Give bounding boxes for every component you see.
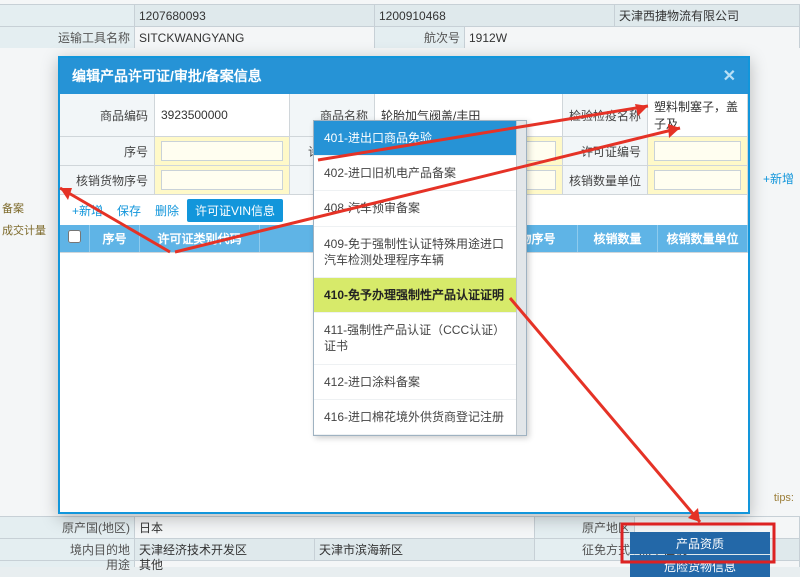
product-qualification-button[interactable]: 产品资质 <box>630 532 770 554</box>
bg-add-new[interactable]: +新增 <box>763 170 794 187</box>
hs-code-value: 3923500000 <box>155 94 290 137</box>
select-all-checkbox[interactable] <box>68 230 81 243</box>
seq-input[interactable] <box>161 141 283 161</box>
left-edge-label: 备案 <box>2 200 56 216</box>
lic-no-field[interactable] <box>648 137 748 166</box>
vin-info-button[interactable]: 许可证VIN信息 <box>187 199 283 222</box>
bg-row: 运输工具名称 SITCKWANGYANG 航次号 1912W <box>0 26 800 48</box>
bg-val: SITCKWANGYANG <box>135 27 375 48</box>
col-seq: 序号 <box>90 225 140 252</box>
bg-row: 1207680093 1200910468 天津西捷物流有限公司 <box>0 4 800 26</box>
bg-label: 原产国(地区) <box>0 517 135 538</box>
verify-unit-field[interactable] <box>648 166 748 195</box>
bg-val: 1200910468 <box>375 5 615 26</box>
bg-val: 1912W <box>465 27 800 48</box>
seq-label: 序号 <box>60 137 155 166</box>
add-button[interactable]: +新增 <box>66 200 109 221</box>
bg-val: 天津市滨海新区 <box>315 539 535 560</box>
modal-titlebar: 编辑产品许可证/审批/备案信息 ✕ <box>60 58 748 94</box>
bg-label: 航次号 <box>375 27 465 48</box>
dropdown-item[interactable]: 408-汽车预审备案 <box>314 191 526 226</box>
header-checkbox[interactable] <box>60 225 90 252</box>
dropdown-item[interactable]: 402-进口旧机电产品备案 <box>314 156 526 191</box>
bg-label <box>0 5 135 26</box>
modal-title-text: 编辑产品许可证/审批/备案信息 <box>72 66 262 86</box>
verify-seq-input[interactable] <box>161 170 283 190</box>
bg-label: 原产地区 <box>535 517 635 538</box>
col-type-code: 许可证类别代码 <box>140 225 260 252</box>
bg-val: 日本 <box>135 517 535 538</box>
quarantine-label: 检验检疫名称 <box>563 94 648 137</box>
dropdown-item[interactable]: 412-进口涂料备案 <box>314 365 526 400</box>
left-edge-labels: 备案 成交计量 <box>2 200 56 238</box>
lic-no-label: 许可证编号 <box>563 137 648 166</box>
seq-field[interactable] <box>155 137 290 166</box>
col-qty: 核销数量 <box>578 225 658 252</box>
col-unit: 核销数量单位 <box>658 225 748 252</box>
verify-seq-field[interactable] <box>155 166 290 195</box>
bg-val: 1207680093 <box>135 5 375 26</box>
verify-seq-label: 核销货物序号 <box>60 166 155 195</box>
bg-label: 运输工具名称 <box>0 27 135 48</box>
lic-type-dropdown[interactable]: 401-进出口商品免验 402-进口旧机电产品备案 408-汽车预审备案 409… <box>313 120 527 436</box>
close-icon[interactable]: ✕ <box>723 66 736 86</box>
tips-label: tips: <box>774 492 794 504</box>
verify-unit-label: 核销数量单位 <box>563 166 648 195</box>
hs-code-label: 商品编码 <box>60 94 155 137</box>
left-edge-label: 成交计量 <box>2 222 56 238</box>
dropdown-item[interactable]: 410-免予办理强制性产品认证证明 <box>314 278 526 313</box>
dangerous-goods-button[interactable]: 危险货物信息 <box>630 555 770 577</box>
save-button[interactable]: 保存 <box>111 200 147 221</box>
dropdown-scrollbar[interactable] <box>518 151 525 231</box>
delete-button[interactable]: 删除 <box>149 200 185 221</box>
lic-no-input[interactable] <box>654 141 741 161</box>
bg-val: 天津西捷物流有限公司 <box>615 5 800 26</box>
dropdown-item[interactable]: 411-强制性产品认证（CCC认证）证书 <box>314 313 526 364</box>
quarantine-value: 塑料制塞子，盖子及 <box>648 94 748 137</box>
dropdown-item[interactable]: 416-进口棉花境外供货商登记注册 <box>314 400 526 435</box>
verify-unit-input[interactable] <box>654 170 741 190</box>
dropdown-item[interactable]: 401-进出口商品免验 <box>314 121 526 156</box>
bg-label: 用途 <box>0 561 135 567</box>
dropdown-item[interactable]: 409-免于强制性认证特殊用途进口汽车检测处理程序车辆 <box>314 227 526 278</box>
bg-label: 征免方式 <box>535 539 635 560</box>
